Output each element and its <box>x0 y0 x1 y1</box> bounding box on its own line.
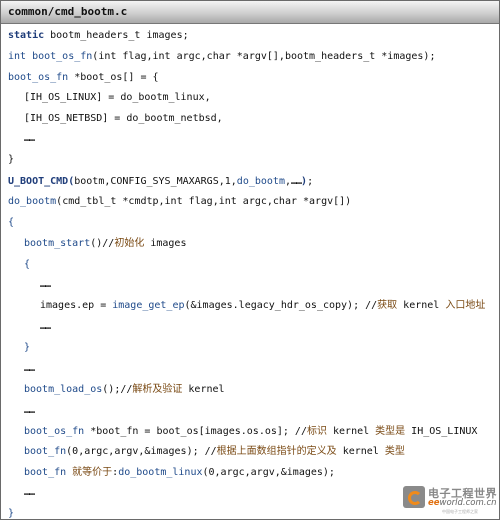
file-name: common/cmd_bootm.c <box>8 5 128 18</box>
code-token: bootm,CONFIG_SYS_MAXARGS,1, <box>74 176 237 187</box>
code-line: boot_os_fn *boot_os[] = { <box>8 70 159 86</box>
code-line: static bootm_headers_t images; <box>8 28 189 44</box>
code-token: kernel <box>397 300 446 311</box>
code-line: U_BOOT_CMD(bootm,CONFIG_SYS_MAXARGS,1,do… <box>8 174 313 190</box>
code-token: kernel <box>336 446 385 457</box>
code-token: } <box>8 508 15 519</box>
code-ellipsis: …… <box>40 279 51 290</box>
code-line: …… <box>40 319 51 335</box>
code-line: [IH_OS_LINUX] = do_bootm_linux, <box>24 90 211 106</box>
code-ellipsis: …… <box>291 176 302 187</box>
code-token: (0,argc,argv,&images); <box>202 467 335 478</box>
code-comment: 根据上面数组指针的定义及 <box>216 446 337 457</box>
code-token: ();// <box>102 384 133 395</box>
code-token: (&images.legacy_hdr_os_copy); // <box>184 300 378 311</box>
code-token: image_get_ep <box>112 300 185 311</box>
code-line: { <box>24 257 30 273</box>
code-token: *boot_fn = boot_os[images.os.os]; // <box>84 426 307 437</box>
code-token: kernel <box>182 384 225 395</box>
logo-text-en-prefix: ee <box>428 498 440 508</box>
code-token: IH_OS_LINUX <box>405 426 478 437</box>
code-comment: 解析及验证 <box>132 384 183 395</box>
code-line: { <box>8 215 14 231</box>
code-line: [IH_OS_NETBSD] = do_bootm_netbsd, <box>24 111 223 127</box>
code-comment: 入口地址 <box>445 300 486 311</box>
code-comment: 标识 <box>306 426 327 437</box>
code-token: ()// <box>90 238 115 249</box>
code-line: …… <box>24 403 35 419</box>
code-token: (cmd_tbl_t *cmdtp,int flag,int argc,char… <box>56 196 352 207</box>
logo-text-en: eeworld.com.cn <box>428 498 497 508</box>
code-ellipsis: …… <box>24 405 35 416</box>
code-line: int boot_os_fn(int flag,int argc,char *a… <box>8 49 435 65</box>
code-line: bootm_start()//初始化 images <box>24 236 186 252</box>
code-token: boot_fn <box>24 467 73 478</box>
code-comment: 就等价于 <box>72 467 113 478</box>
code-token: do_bootm <box>236 176 285 187</box>
code-token: bootm_headers_t images; <box>44 30 189 41</box>
code-ellipsis: …… <box>24 133 35 144</box>
code-token: (int flag,int argc,char *argv[],bootm_he… <box>92 51 436 62</box>
code-token: boot_fn <box>24 446 67 457</box>
code-line: …… <box>40 277 51 293</box>
code-ellipsis: …… <box>24 363 35 374</box>
code-line: } <box>8 152 14 168</box>
logo-text-en-rest: world.com.cn <box>439 498 497 508</box>
code-token: static <box>8 30 45 41</box>
eeworld-logo: 电子工程世界 eeworld.com.cn 中国电子工程师之家 <box>402 484 498 518</box>
code-line: boot_fn(0,argc,argv,&images); //根据上面数组指针… <box>24 444 405 460</box>
logo-mark-icon <box>403 486 425 508</box>
code-token: kernel <box>326 426 376 437</box>
code-line: images.ep = image_get_ep(&images.legacy_… <box>40 298 485 314</box>
code-token: boot_os_fn <box>8 72 69 83</box>
code-comment: 类型 <box>384 446 405 457</box>
code-token: } <box>8 154 15 165</box>
code-ellipsis: …… <box>40 321 51 332</box>
code-comment: 初始化 <box>114 238 145 249</box>
code-panel: common/cmd_bootm.c static bootm_headers_… <box>0 0 500 520</box>
code-token: [IH_OS_LINUX] = do_bootm_linux, <box>24 92 211 103</box>
file-title-bar: common/cmd_bootm.c <box>1 1 499 24</box>
code-token: do_bootm_linux <box>118 467 203 478</box>
code-token: images.ep = <box>40 300 113 311</box>
code-token: int boot_os_fn <box>8 51 93 62</box>
code-token: images <box>144 238 187 249</box>
code-line: } <box>24 340 30 356</box>
code-token: bootm_load_os <box>24 384 103 395</box>
code-line: …… <box>24 131 35 147</box>
code-token: boot_os_fn <box>24 426 85 437</box>
code-token: { <box>24 259 31 270</box>
code-token: [IH_OS_NETBSD] = do_bootm_netbsd, <box>24 113 223 124</box>
code-token: (0,argc,argv,&images); // <box>66 446 217 457</box>
code-token: U_BOOT_CMD( <box>8 176 75 187</box>
code-token: ; <box>307 176 314 187</box>
code-line: boot_fn 就等价于:do_bootm_linux(0,argc,argv,… <box>24 465 335 481</box>
code-comment: 类型是 <box>375 426 406 437</box>
code-ellipsis: …… <box>24 487 35 498</box>
code-line: …… <box>24 361 35 377</box>
code-token: } <box>24 342 31 353</box>
code-comment: 获取 <box>377 300 398 311</box>
code-token: bootm_start <box>24 238 91 249</box>
code-line: boot_os_fn *boot_fn = boot_os[images.os.… <box>24 424 477 440</box>
code-token: do_bootm <box>8 196 57 207</box>
code-token: { <box>8 217 15 228</box>
code-token: *boot_os[] = { <box>68 72 159 83</box>
logo-subtitle: 中国电子工程师之家 <box>442 509 478 514</box>
code-line: …… <box>24 485 35 501</box>
code-line: bootm_load_os();//解析及验证 kernel <box>24 382 225 398</box>
code-line: do_bootm(cmd_tbl_t *cmdtp,int flag,int a… <box>8 194 351 210</box>
